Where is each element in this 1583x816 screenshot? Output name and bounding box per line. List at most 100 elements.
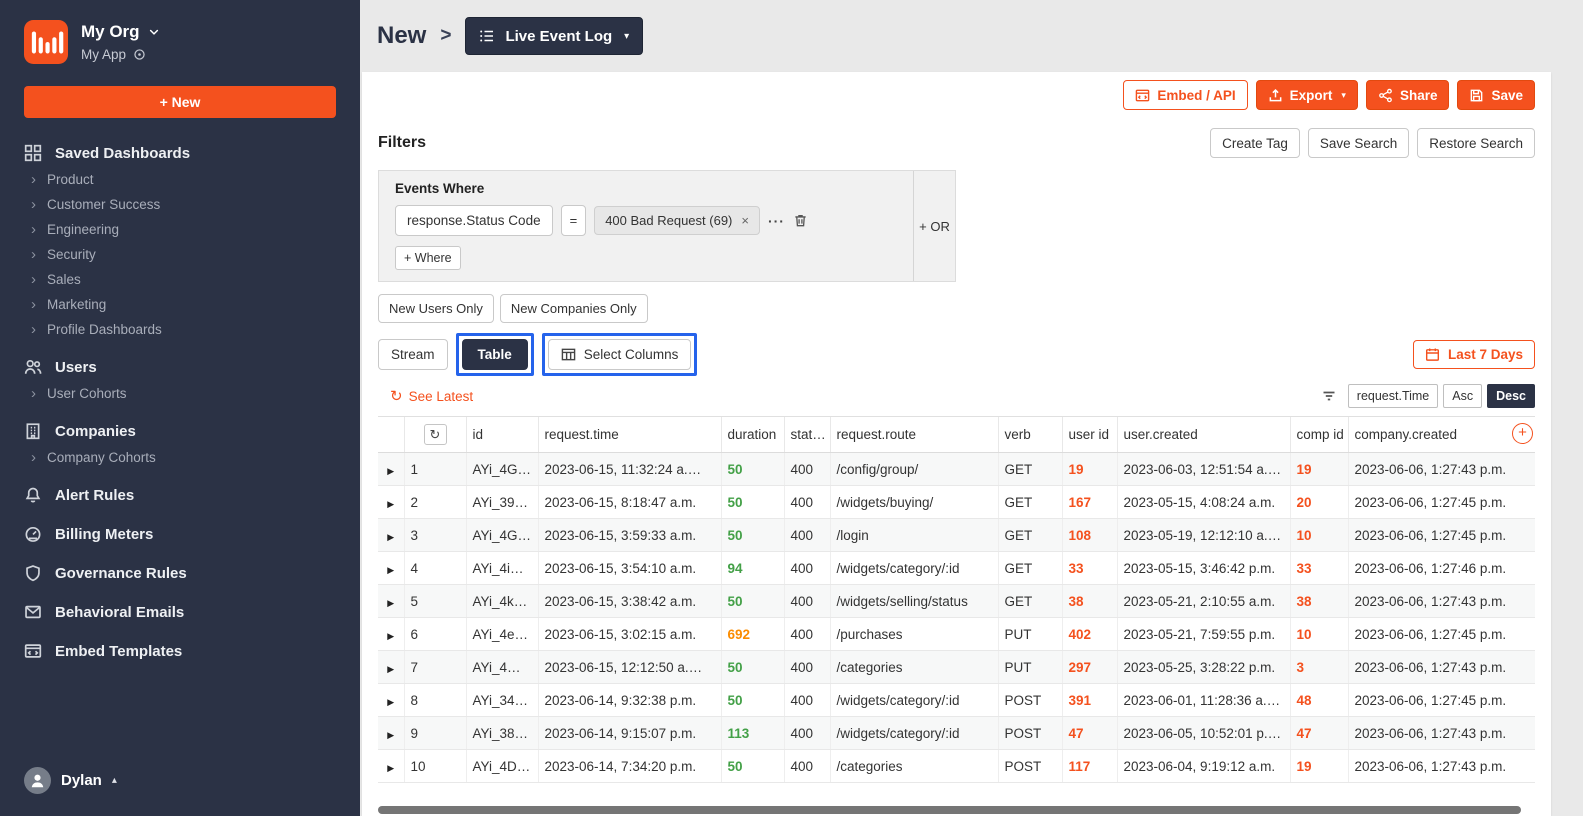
cell-user-id[interactable]: 167 (1061, 485, 1117, 519)
cell-comp-id[interactable]: 48 (1289, 683, 1348, 717)
save-search-button[interactable]: Save Search (1307, 128, 1410, 158)
add-or-button[interactable]: + OR (919, 219, 950, 234)
sidebar-item-company-cohorts[interactable]: › Company Cohorts (31, 450, 336, 465)
view-selector-button[interactable]: Live Event Log ▾ (465, 17, 644, 55)
cell-user-id[interactable]: 19 (1061, 452, 1117, 486)
cell-comp-id[interactable]: 10 (1289, 518, 1348, 552)
sidebar-item-sales[interactable]: › Sales (31, 272, 336, 287)
cell-comp-id[interactable]: 19 (1289, 452, 1348, 486)
sidebar-item-user-cohorts[interactable]: › User Cohorts (31, 386, 336, 401)
restore-search-button[interactable]: Restore Search (1417, 128, 1535, 158)
cell-comp-id[interactable]: 47 (1289, 716, 1348, 750)
refresh-table-button[interactable]: ↻ (423, 424, 447, 445)
cell-user-id[interactable]: 47 (1061, 716, 1117, 750)
filter-value-tag[interactable]: 400 Bad Request (69) × (594, 206, 760, 235)
filter-funnel-icon[interactable] (1321, 388, 1337, 404)
sidebar-item-security[interactable]: › Security (31, 247, 336, 262)
app-switcher[interactable]: My App (81, 47, 160, 62)
expand-row-icon[interactable]: ▶ (387, 697, 394, 707)
sidebar-item-governance-rules[interactable]: Governance Rules (24, 564, 336, 582)
expand-row-icon[interactable]: ▶ (387, 565, 394, 575)
column-header-comp-id[interactable]: comp id (1289, 417, 1348, 453)
column-header-user-id[interactable]: user id (1061, 417, 1117, 453)
create-tag-button[interactable]: Create Tag (1210, 128, 1300, 158)
table-row[interactable]: ▶ 8 AYi_34… 2023-06-14, 9:32:38 p.m. 50 … (378, 683, 1535, 717)
table-row[interactable]: ▶ 5 AYi_4k… 2023-06-15, 3:38:42 a.m. 50 … (378, 584, 1535, 618)
cell-comp-id[interactable]: 3 (1289, 650, 1348, 684)
sidebar-item-profile-dashboards[interactable]: › Profile Dashboards (31, 322, 336, 337)
tab-stream[interactable]: Stream (378, 339, 448, 370)
table-row[interactable]: ▶ 3 AYi_4G… 2023-06-15, 3:59:33 a.m. 50 … (378, 518, 1535, 552)
org-switcher[interactable]: My Org (81, 22, 160, 42)
column-header-verb[interactable]: verb (997, 417, 1062, 453)
column-header-id[interactable]: id (465, 417, 538, 453)
table-row[interactable]: ▶ 1 AYi_4G… 2023-06-15, 11:32:24 a.… 50 … (378, 452, 1535, 486)
new-users-only-button[interactable]: New Users Only (378, 294, 494, 323)
cell-comp-id[interactable]: 38 (1289, 584, 1348, 618)
cell-user-id[interactable]: 402 (1061, 617, 1117, 651)
expand-row-icon[interactable]: ▶ (387, 763, 394, 773)
remove-filter-value-icon[interactable]: × (741, 213, 749, 228)
cell-user-id[interactable]: 391 (1061, 683, 1117, 717)
cell-user-id[interactable]: 297 (1061, 650, 1117, 684)
expand-row-icon[interactable]: ▶ (387, 532, 394, 542)
cell-user-id[interactable]: 33 (1061, 551, 1117, 585)
add-column-button[interactable]: + (1512, 423, 1533, 444)
tab-table[interactable]: Table (461, 339, 528, 370)
cell-user-id[interactable]: 108 (1061, 518, 1117, 552)
filter-field-button[interactable]: response.Status Code (395, 205, 553, 236)
sidebar-item-behavioral-emails[interactable]: Behavioral Emails (24, 603, 336, 621)
column-header-request-route[interactable]: request.route (829, 417, 998, 453)
cell-user-id[interactable]: 38 (1061, 584, 1117, 618)
cell-comp-id[interactable]: 20 (1289, 485, 1348, 519)
moesif-logo[interactable] (24, 20, 68, 64)
delete-condition-icon[interactable] (793, 213, 808, 228)
new-button[interactable]: + New (24, 86, 336, 118)
more-options-button[interactable]: ··· (768, 213, 785, 229)
column-header-duration[interactable]: duration (720, 417, 784, 453)
sidebar-item-users[interactable]: Users (24, 358, 336, 376)
expand-row-icon[interactable]: ▶ (387, 466, 394, 476)
sidebar-item-companies[interactable]: Companies (24, 422, 336, 440)
sidebar-item-marketing[interactable]: › Marketing (31, 297, 336, 312)
table-row[interactable]: ▶ 10 AYi_4D… 2023-06-14, 7:34:20 p.m. 50… (378, 749, 1535, 783)
cell-comp-id[interactable]: 19 (1289, 749, 1348, 783)
table-row[interactable]: ▶ 2 AYi_39… 2023-06-15, 8:18:47 a.m. 50 … (378, 485, 1535, 519)
cell-user-id[interactable]: 117 (1061, 749, 1117, 783)
see-latest-link[interactable]: ↻ See Latest (390, 389, 473, 404)
sort-asc-button[interactable]: Asc (1443, 384, 1483, 408)
expand-row-icon[interactable]: ▶ (387, 730, 394, 740)
filter-operator-button[interactable]: = (560, 205, 587, 236)
table-row[interactable]: ▶ 4 AYi_4i… 2023-06-15, 3:54:10 a.m. 94 … (378, 551, 1535, 585)
sidebar-item-saved-dashboards[interactable]: Saved Dashboards (24, 144, 336, 162)
save-button[interactable]: Save (1457, 80, 1535, 110)
sort-field[interactable]: request.Time (1347, 384, 1439, 408)
sidebar-item-billing-meters[interactable]: Billing Meters (24, 525, 336, 543)
date-range-button[interactable]: Last 7 Days (1412, 340, 1535, 369)
column-header-user-created[interactable]: user.created (1116, 417, 1290, 453)
share-button[interactable]: Share (1365, 80, 1450, 110)
table-row[interactable]: ▶ 9 AYi_38… 2023-06-14, 9:15:07 p.m. 113… (378, 716, 1535, 750)
select-columns-button[interactable]: Select Columns (547, 339, 692, 370)
expand-row-icon[interactable]: ▶ (387, 598, 394, 608)
new-companies-only-button[interactable]: New Companies Only (499, 294, 648, 323)
sidebar-item-customer-success[interactable]: › Customer Success (31, 197, 336, 212)
cell-comp-id[interactable]: 10 (1289, 617, 1348, 651)
sidebar-item-engineering[interactable]: › Engineering (31, 222, 336, 237)
horizontal-scrollbar[interactable] (378, 806, 1521, 814)
sidebar-item-product[interactable]: › Product (31, 172, 336, 187)
sidebar-item-embed-templates[interactable]: Embed Templates (24, 642, 336, 660)
sidebar-item-alert-rules[interactable]: Alert Rules (24, 486, 336, 504)
export-button[interactable]: Export ▾ (1255, 80, 1358, 110)
column-header-request-time[interactable]: request.time (537, 417, 721, 453)
column-header-stat[interactable]: stat… (783, 417, 830, 453)
user-menu[interactable]: Dylan ▴ (24, 767, 336, 794)
expand-row-icon[interactable]: ▶ (387, 631, 394, 641)
column-header-company-created[interactable]: company.created (1347, 417, 1535, 453)
sort-desc-button[interactable]: Desc (1487, 384, 1535, 408)
table-row[interactable]: ▶ 7 AYi_4… 2023-06-15, 12:12:50 a.… 50 4… (378, 650, 1535, 684)
embed-api-button[interactable]: Embed / API (1123, 80, 1248, 110)
add-where-button[interactable]: + Where (395, 246, 461, 270)
table-row[interactable]: ▶ 6 AYi_4e… 2023-06-15, 3:02:15 a.m. 692… (378, 617, 1535, 651)
expand-row-icon[interactable]: ▶ (387, 664, 394, 674)
